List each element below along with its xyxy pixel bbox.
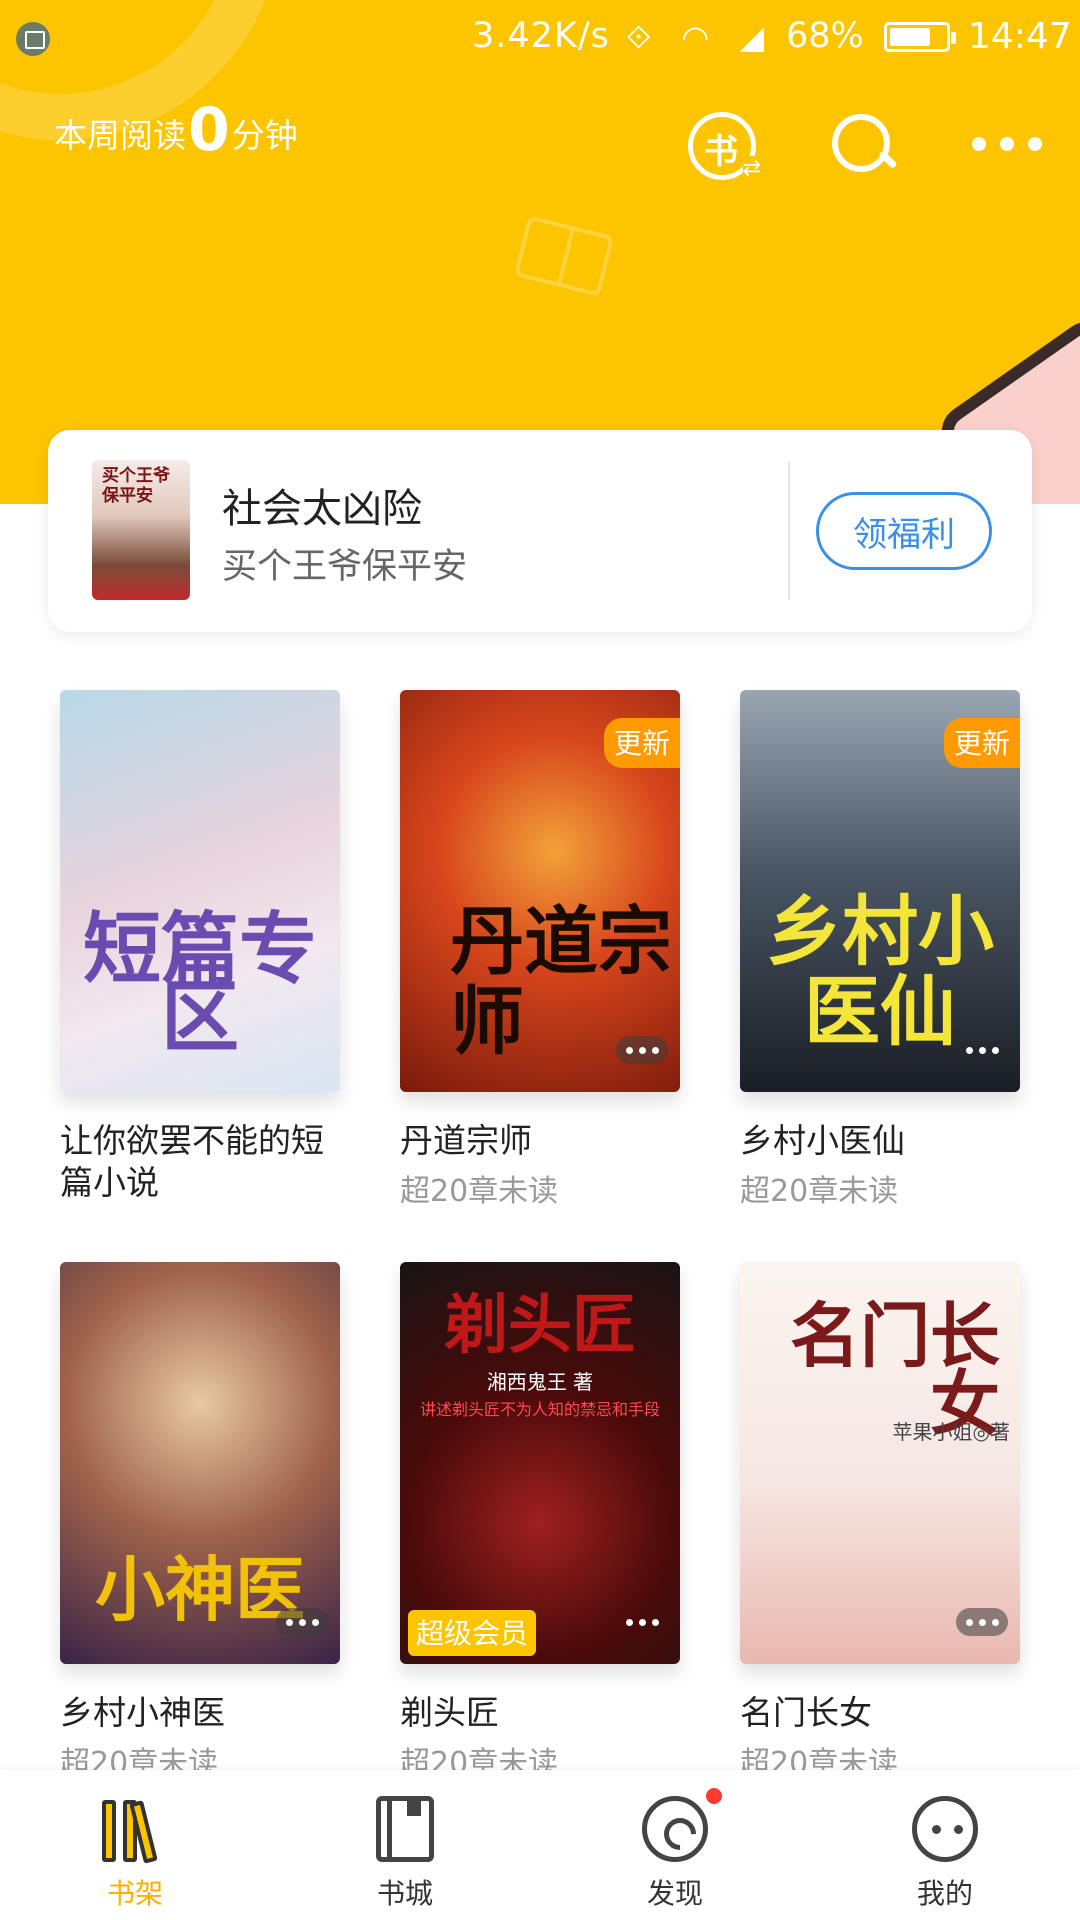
cover-author: 苹果小姐◎著 [892, 1420, 1010, 1444]
decorative-book-icon [513, 215, 615, 297]
screenshot-notification-icon [16, 22, 50, 56]
notification-dot [706, 1788, 722, 1804]
book-more-icon[interactable] [616, 1608, 668, 1636]
promo-title: 社会太凶险 [222, 486, 422, 532]
book-cover[interactable]: 名门长女 苹果小姐◎著 [740, 1262, 1020, 1664]
nav-label: 我的 [916, 1877, 973, 1910]
book-switch-glyph: 书 [704, 132, 738, 172]
book-name: 名门长女 [740, 1693, 872, 1732]
update-badge: 更新 [603, 718, 680, 768]
nav-tab-bookshelf[interactable]: 书架 [0, 1770, 270, 1920]
book-more-icon[interactable] [956, 1036, 1008, 1064]
bookshelf-icon [102, 1796, 168, 1864]
cover-title: 剃头匠 [444, 1288, 636, 1363]
reading-prefix: 本周阅读 [54, 116, 186, 155]
cover-tagline: 讲述剃头匠不为人知的禁忌和手段 [419, 1400, 660, 1419]
reading-minutes: 0 [188, 95, 230, 165]
update-badge: 更新 [943, 718, 1020, 768]
book-store-icon [376, 1796, 434, 1862]
promo-subtitle: 买个王爷保平安 [222, 547, 468, 587]
book-name: 剃头匠 [400, 1693, 499, 1732]
book-item[interactable]: 更新 乡村小医仙 乡村小医仙 超20章未读 [740, 690, 1020, 1210]
book-item[interactable]: 剃头匠 湘西鬼王 著 讲述剃头匠不为人知的禁忌和手段 超级会员 剃头匠 超20章… [400, 1262, 680, 1782]
nav-label: 书架 [106, 1877, 163, 1910]
nav-tab-book-store[interactable]: 书城 [270, 1770, 540, 1920]
clock: 14:47 [968, 16, 1072, 57]
cover-title: 短篇专区 [82, 904, 317, 1063]
book-item[interactable]: 名门长女 苹果小姐◎著 名门长女 超20章未读 [740, 1262, 1020, 1782]
battery-icon [884, 22, 956, 52]
search-icon[interactable] [830, 112, 898, 180]
book-cover[interactable]: 更新 乡村小医仙 [740, 690, 1020, 1092]
promo-cover-text: 买个王爷保平安 [102, 466, 170, 506]
status-bar: 3.42K/s ⟐ ◠ ◢ 68% 14:47 [0, 0, 1080, 72]
nav-label: 发现 [646, 1877, 703, 1910]
reading-suffix: 分钟 [231, 116, 298, 155]
book-cover[interactable]: 更新 丹道宗师 [400, 690, 680, 1092]
discover-icon [642, 1796, 708, 1862]
book-status: 超20章未读 [740, 1174, 899, 1209]
more-menu-icon[interactable] [972, 134, 1042, 154]
book-item[interactable]: 短篇专区 让你欲罢不能的短篇小说 [60, 690, 340, 1204]
profile-icon [912, 1796, 978, 1862]
book-item[interactable]: 小神医 乡村小神医 超20章未读 [60, 1262, 340, 1782]
promo-divider [788, 462, 790, 600]
cover-title: 乡村小医仙 [766, 887, 994, 1056]
header-background [0, 0, 1080, 504]
network-speed: 3.42K/s [472, 16, 610, 56]
book-more-icon[interactable] [276, 1608, 328, 1636]
book-more-icon[interactable] [956, 1608, 1008, 1636]
book-switch-icon[interactable]: 书 [688, 112, 761, 181]
bottom-navigation: 书架 书城 发现 我的 [0, 1770, 1080, 1920]
book-more-icon[interactable] [616, 1036, 668, 1064]
signal-wifi-icons: ⟐ ◠ ◢ [626, 18, 775, 56]
nav-label: 书城 [376, 1877, 433, 1910]
cover-author: 湘西鬼王 著 [486, 1370, 594, 1394]
battery-percentage: 68% [786, 16, 864, 56]
book-item[interactable]: 更新 丹道宗师 丹道宗师 超20章未读 [400, 690, 680, 1210]
promo-card[interactable]: 买个王爷保平安 社会太凶险 买个王爷保平安 领福利 [48, 430, 1032, 632]
nav-tab-profile[interactable]: 我的 [810, 1770, 1080, 1920]
book-name: 丹道宗师 [400, 1121, 532, 1160]
nav-tab-discover[interactable]: 发现 [540, 1770, 810, 1920]
book-cover[interactable]: 剃头匠 湘西鬼王 著 讲述剃头匠不为人知的禁忌和手段 超级会员 [400, 1262, 680, 1664]
claim-benefits-button[interactable]: 领福利 [816, 492, 992, 570]
book-cover[interactable]: 短篇专区 [60, 690, 340, 1092]
book-status: 超20章未读 [400, 1174, 559, 1209]
book-cover[interactable]: 小神医 [60, 1262, 340, 1664]
promo-book-cover[interactable]: 买个王爷保平安 [92, 460, 190, 600]
super-member-badge: 超级会员 [408, 1610, 537, 1656]
book-name: 乡村小医仙 [740, 1121, 905, 1160]
book-name: 乡村小神医 [60, 1693, 225, 1732]
book-name: 让你欲罢不能的短篇小说 [60, 1121, 324, 1202]
weekly-reading-time: 本周阅读 0 分钟 [54, 100, 298, 160]
